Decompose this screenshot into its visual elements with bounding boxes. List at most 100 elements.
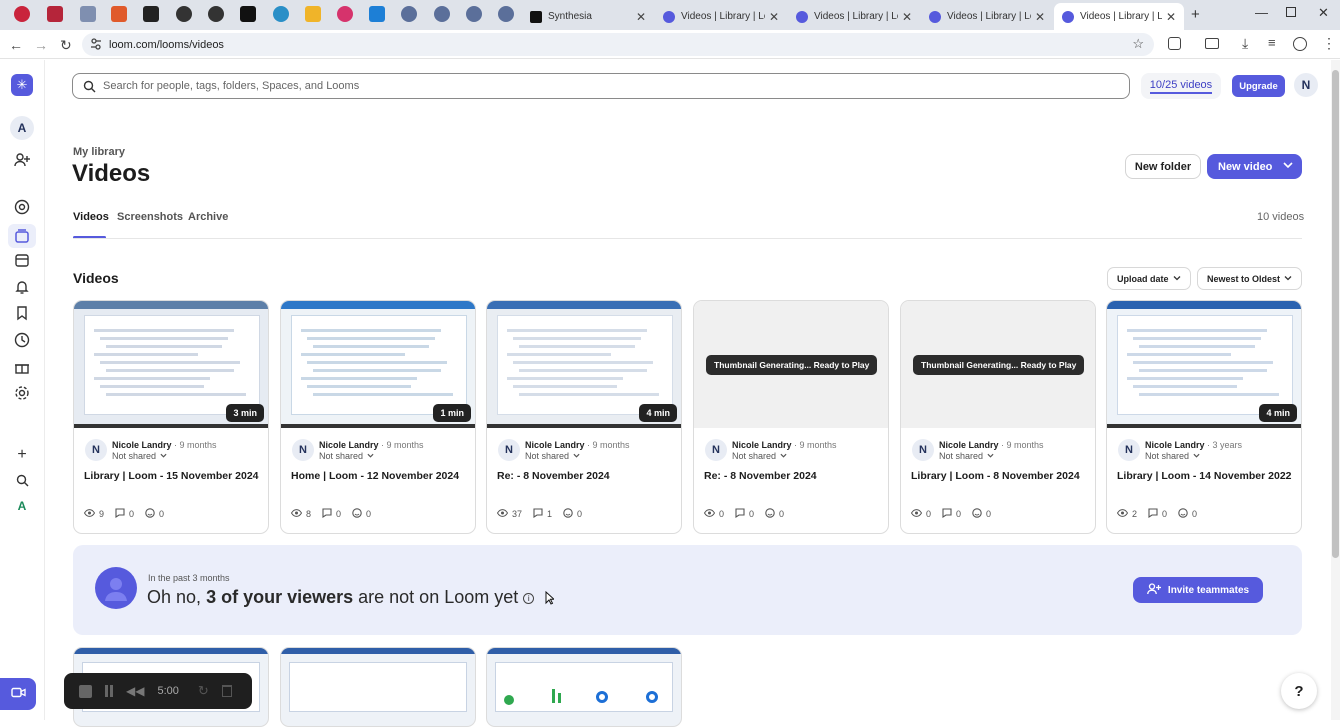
back-icon[interactable]: ← [9,37,23,53]
search-icon[interactable] [12,470,32,490]
author-name[interactable]: Nicole Landry [525,440,585,450]
author-avatar[interactable]: N [292,439,314,461]
browser-tab[interactable]: Videos | Library | Loom ✕ [788,3,920,30]
video-card[interactable]: 4 min N Nicole Landry · 3 years Not shared L… [1106,300,1302,534]
at-icon[interactable] [12,197,32,217]
pinned-tab-icon[interactable] [305,6,321,22]
pinned-tab-icon[interactable] [434,6,450,22]
author-avatar[interactable]: N [1118,439,1140,461]
author-name[interactable]: Nicole Landry [319,440,379,450]
video-title[interactable]: Re: - 8 November 2024 [497,470,610,482]
profile-icon[interactable] [1293,37,1307,51]
new-folder-button[interactable]: New folder [1125,154,1201,179]
user-avatar[interactable]: N [1294,73,1318,97]
clock-icon[interactable] [12,330,32,350]
close-tab-icon[interactable]: ✕ [1035,10,1045,24]
author-avatar[interactable]: N [498,439,520,461]
author-avatar[interactable]: N [85,439,107,461]
author-name[interactable]: Nicole Landry [939,440,999,450]
video-quota[interactable]: 10/25 videos [1141,73,1221,99]
video-card-partial[interactable] [280,647,476,727]
browser-tab[interactable]: Videos | Library | Loom ✕ [655,3,787,30]
extensions-icon[interactable] [1168,37,1181,50]
delete-icon[interactable] [221,685,232,697]
pinned-tab-icon[interactable] [337,6,353,22]
bell-icon[interactable] [12,277,32,297]
reload-icon[interactable]: ↻ [60,37,72,54]
plus-icon[interactable]: + [12,445,32,465]
rewind-icon[interactable]: ◀◀ [126,684,144,698]
workspace-avatar[interactable]: A [10,116,34,140]
pinned-tab-icon[interactable] [143,6,159,22]
pinned-tab-icon[interactable] [369,6,385,22]
pinned-tab-icon[interactable] [240,6,256,22]
info-icon[interactable]: i [523,592,535,604]
scrollbar-thumb[interactable] [1332,70,1339,558]
share-status-dropdown[interactable]: Not shared [1145,451,1200,461]
video-title[interactable]: Re: - 8 November 2024 [704,470,817,482]
tab-screenshots[interactable]: Screenshots [117,211,183,223]
close-tab-icon[interactable]: ✕ [769,10,779,24]
browser-tab[interactable]: Videos | Library | Loom ✕ [921,3,1053,30]
video-card-partial[interactable] [486,647,682,727]
help-button[interactable]: ? [1281,673,1317,709]
breadcrumb[interactable]: My library [73,146,125,158]
pinned-tab-icon[interactable] [14,6,30,22]
forward-icon[interactable]: → [34,37,48,53]
new-tab-icon[interactable]: + [1191,6,1200,23]
close-window-icon[interactable]: ✕ [1318,5,1329,21]
loom-logo-icon[interactable]: ✳ [11,74,33,96]
browser-tab-active[interactable]: Videos | Library | Loom ✕ [1054,3,1184,30]
video-thumbnail[interactable]: 1 min [281,301,475,428]
library-icon[interactable] [8,224,36,248]
gift-icon[interactable] [12,357,32,377]
calendar-icon[interactable] [12,250,32,270]
stop-icon[interactable] [79,684,92,698]
video-thumbnail[interactable]: 3 min [74,301,268,428]
author-avatar[interactable]: N [705,439,727,461]
video-title[interactable]: Home | Loom - 12 November 2024 [291,470,459,482]
video-card[interactable]: 4 min N Nicole Landry · 9 months Not shared… [486,300,682,534]
download-icon[interactable]: ⤓ [1242,35,1248,52]
media-control-icon[interactable]: ≡ [1268,35,1276,50]
author-name[interactable]: Nicole Landry [732,440,792,450]
author-name[interactable]: Nicole Landry [112,440,172,450]
bookmark-star-icon[interactable]: ☆ [1132,36,1144,52]
video-title[interactable]: Library | Loom - 8 November 2024 [911,470,1080,482]
upgrade-button[interactable]: Upgrade [1232,75,1285,97]
sort-order-dropdown[interactable]: Newest to Oldest [1197,267,1302,290]
video-card[interactable]: 3 min N Nicole Landry · 9 months Not shared… [73,300,269,534]
share-status-dropdown[interactable]: Not shared [732,451,787,461]
video-card[interactable]: 1 min N Nicole Landry · 9 months Not shared… [280,300,476,534]
pinned-tab-icon[interactable] [111,6,127,22]
close-tab-icon[interactable]: ✕ [1166,10,1176,24]
restore-icon[interactable] [1286,7,1296,17]
pinned-tab-icon[interactable] [80,6,96,22]
sort-field-dropdown[interactable]: Upload date [1107,267,1191,290]
page-scrollbar[interactable] [1331,60,1340,720]
video-thumbnail[interactable]: Thumbnail Generating... Ready to Play [694,301,888,428]
workspace-switcher[interactable]: A [12,496,32,516]
share-status-dropdown[interactable]: Not shared [525,451,580,461]
invite-teammates-button[interactable]: Invite teammates [1133,577,1263,603]
close-tab-icon[interactable]: ✕ [636,10,646,24]
restart-icon[interactable]: ↻ [198,683,209,699]
close-tab-icon[interactable]: ✕ [902,10,912,24]
pinned-tab-icon[interactable] [176,6,192,22]
browser-menu-icon[interactable]: ⋮ [1322,35,1336,52]
pinned-tab-icon[interactable] [273,6,289,22]
gear-icon[interactable] [12,383,32,403]
tab-videos[interactable]: Videos [73,211,109,223]
new-video-button[interactable]: New video [1207,154,1302,179]
bookmark-icon[interactable] [12,303,32,323]
site-info-icon[interactable] [91,38,101,50]
share-status-dropdown[interactable]: Not shared [319,451,374,461]
search-input[interactable]: Search for people, tags, folders, Spaces… [72,73,1130,99]
pinned-tab-icon[interactable] [47,6,63,22]
tab-archive[interactable]: Archive [188,211,228,223]
share-status-dropdown[interactable]: Not shared [112,451,167,461]
video-title[interactable]: Library | Loom - 14 November 2022 [1117,470,1292,482]
browser-tab[interactable]: Synthesia ✕ [522,3,654,30]
video-thumbnail[interactable]: 4 min [1107,301,1301,428]
url-field[interactable]: loom.com/looms/videos ☆ [82,33,1154,56]
